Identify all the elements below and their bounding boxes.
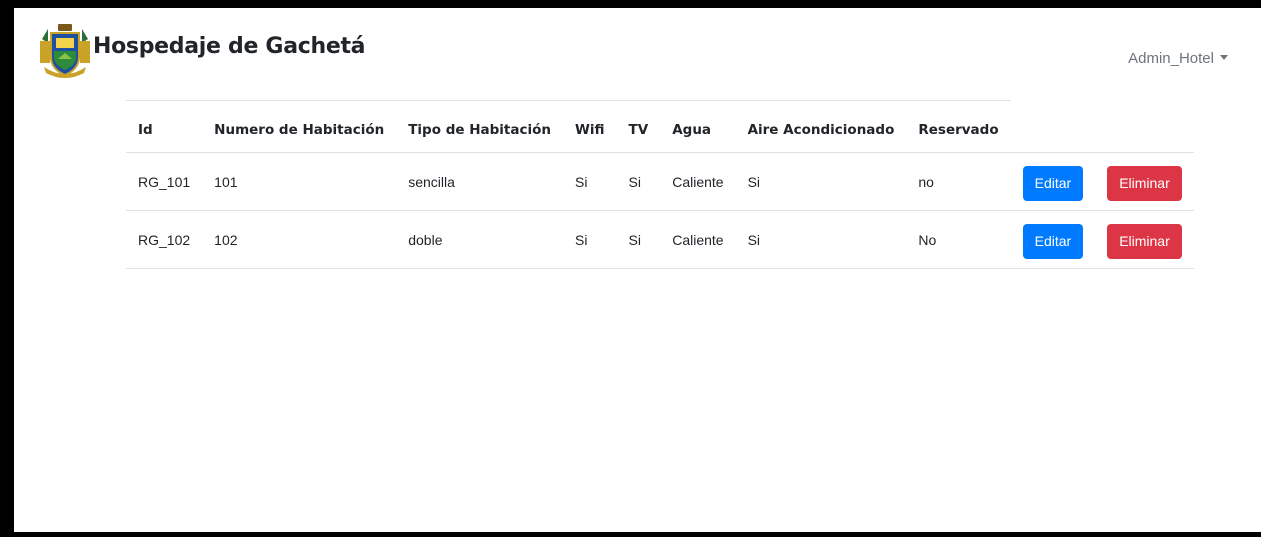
cell-reservado: No (906, 210, 1011, 269)
table-header: Id Numero de Habitación Tipo de Habitaci… (126, 100, 1194, 153)
header-edit-spacer (1010, 100, 1096, 153)
header-row: Id Numero de Habitación Tipo de Habitaci… (126, 100, 1194, 153)
edit-button[interactable]: Editar (1022, 165, 1084, 201)
header-delete-spacer (1095, 100, 1194, 153)
header-wifi: Wifi (563, 100, 617, 153)
table-body: RG_101 101 sencilla Si Si Caliente Si no… (126, 152, 1194, 269)
cell-id: RG_102 (126, 210, 203, 269)
app-title: Hospedaje de Gachetá (93, 33, 366, 59)
header-id: Id (126, 100, 203, 153)
navbar: Hospedaje de Gachetá Admin_Hotel (14, 8, 1261, 88)
cell-edit: Editar (1010, 152, 1096, 211)
header-reservado: Reservado (906, 100, 1011, 153)
cell-delete: Eliminar (1095, 210, 1194, 269)
cell-agua: Caliente (660, 210, 736, 269)
cell-id: RG_101 (126, 152, 203, 211)
cell-wifi: Si (563, 152, 617, 211)
brand[interactable]: Hospedaje de Gachetá (38, 23, 366, 81)
cell-tv: Si (616, 152, 661, 211)
app-window: Hospedaje de Gachetá Admin_Hotel Id Nume… (14, 8, 1261, 532)
cell-tipo: sencilla (396, 152, 563, 211)
cell-numero: 102 (202, 210, 397, 269)
cell-tv: Si (616, 210, 661, 269)
header-aire: Aire Acondicionado (735, 100, 907, 153)
header-numero: Numero de Habitación (202, 100, 397, 153)
cell-delete: Eliminar (1095, 152, 1194, 211)
cell-wifi: Si (563, 210, 617, 269)
table-row: RG_101 101 sencilla Si Si Caliente Si no… (126, 152, 1194, 211)
user-menu-dropdown[interactable]: Admin_Hotel (1128, 50, 1228, 67)
cell-reservado: no (906, 152, 1011, 211)
delete-button[interactable]: Eliminar (1107, 165, 1182, 201)
cell-agua: Caliente (660, 152, 736, 211)
header-tipo: Tipo de Habitación (396, 100, 563, 153)
cell-edit: Editar (1010, 210, 1096, 269)
cell-tipo: doble (396, 210, 563, 269)
header-tv: TV (616, 100, 661, 153)
cell-aire: Si (735, 152, 907, 211)
header-agua: Agua (660, 100, 736, 153)
cell-numero: 101 (202, 152, 397, 211)
cell-aire: Si (735, 210, 907, 269)
caret-down-icon (1220, 55, 1228, 60)
delete-button[interactable]: Eliminar (1107, 223, 1182, 259)
coat-of-arms-logo (40, 24, 90, 78)
rooms-table: Id Numero de Habitación Tipo de Habitaci… (126, 100, 1194, 269)
user-name: Admin_Hotel (1128, 50, 1214, 67)
table-row: RG_102 102 doble Si Si Caliente Si No Ed… (126, 210, 1194, 269)
edit-button[interactable]: Editar (1022, 223, 1084, 259)
